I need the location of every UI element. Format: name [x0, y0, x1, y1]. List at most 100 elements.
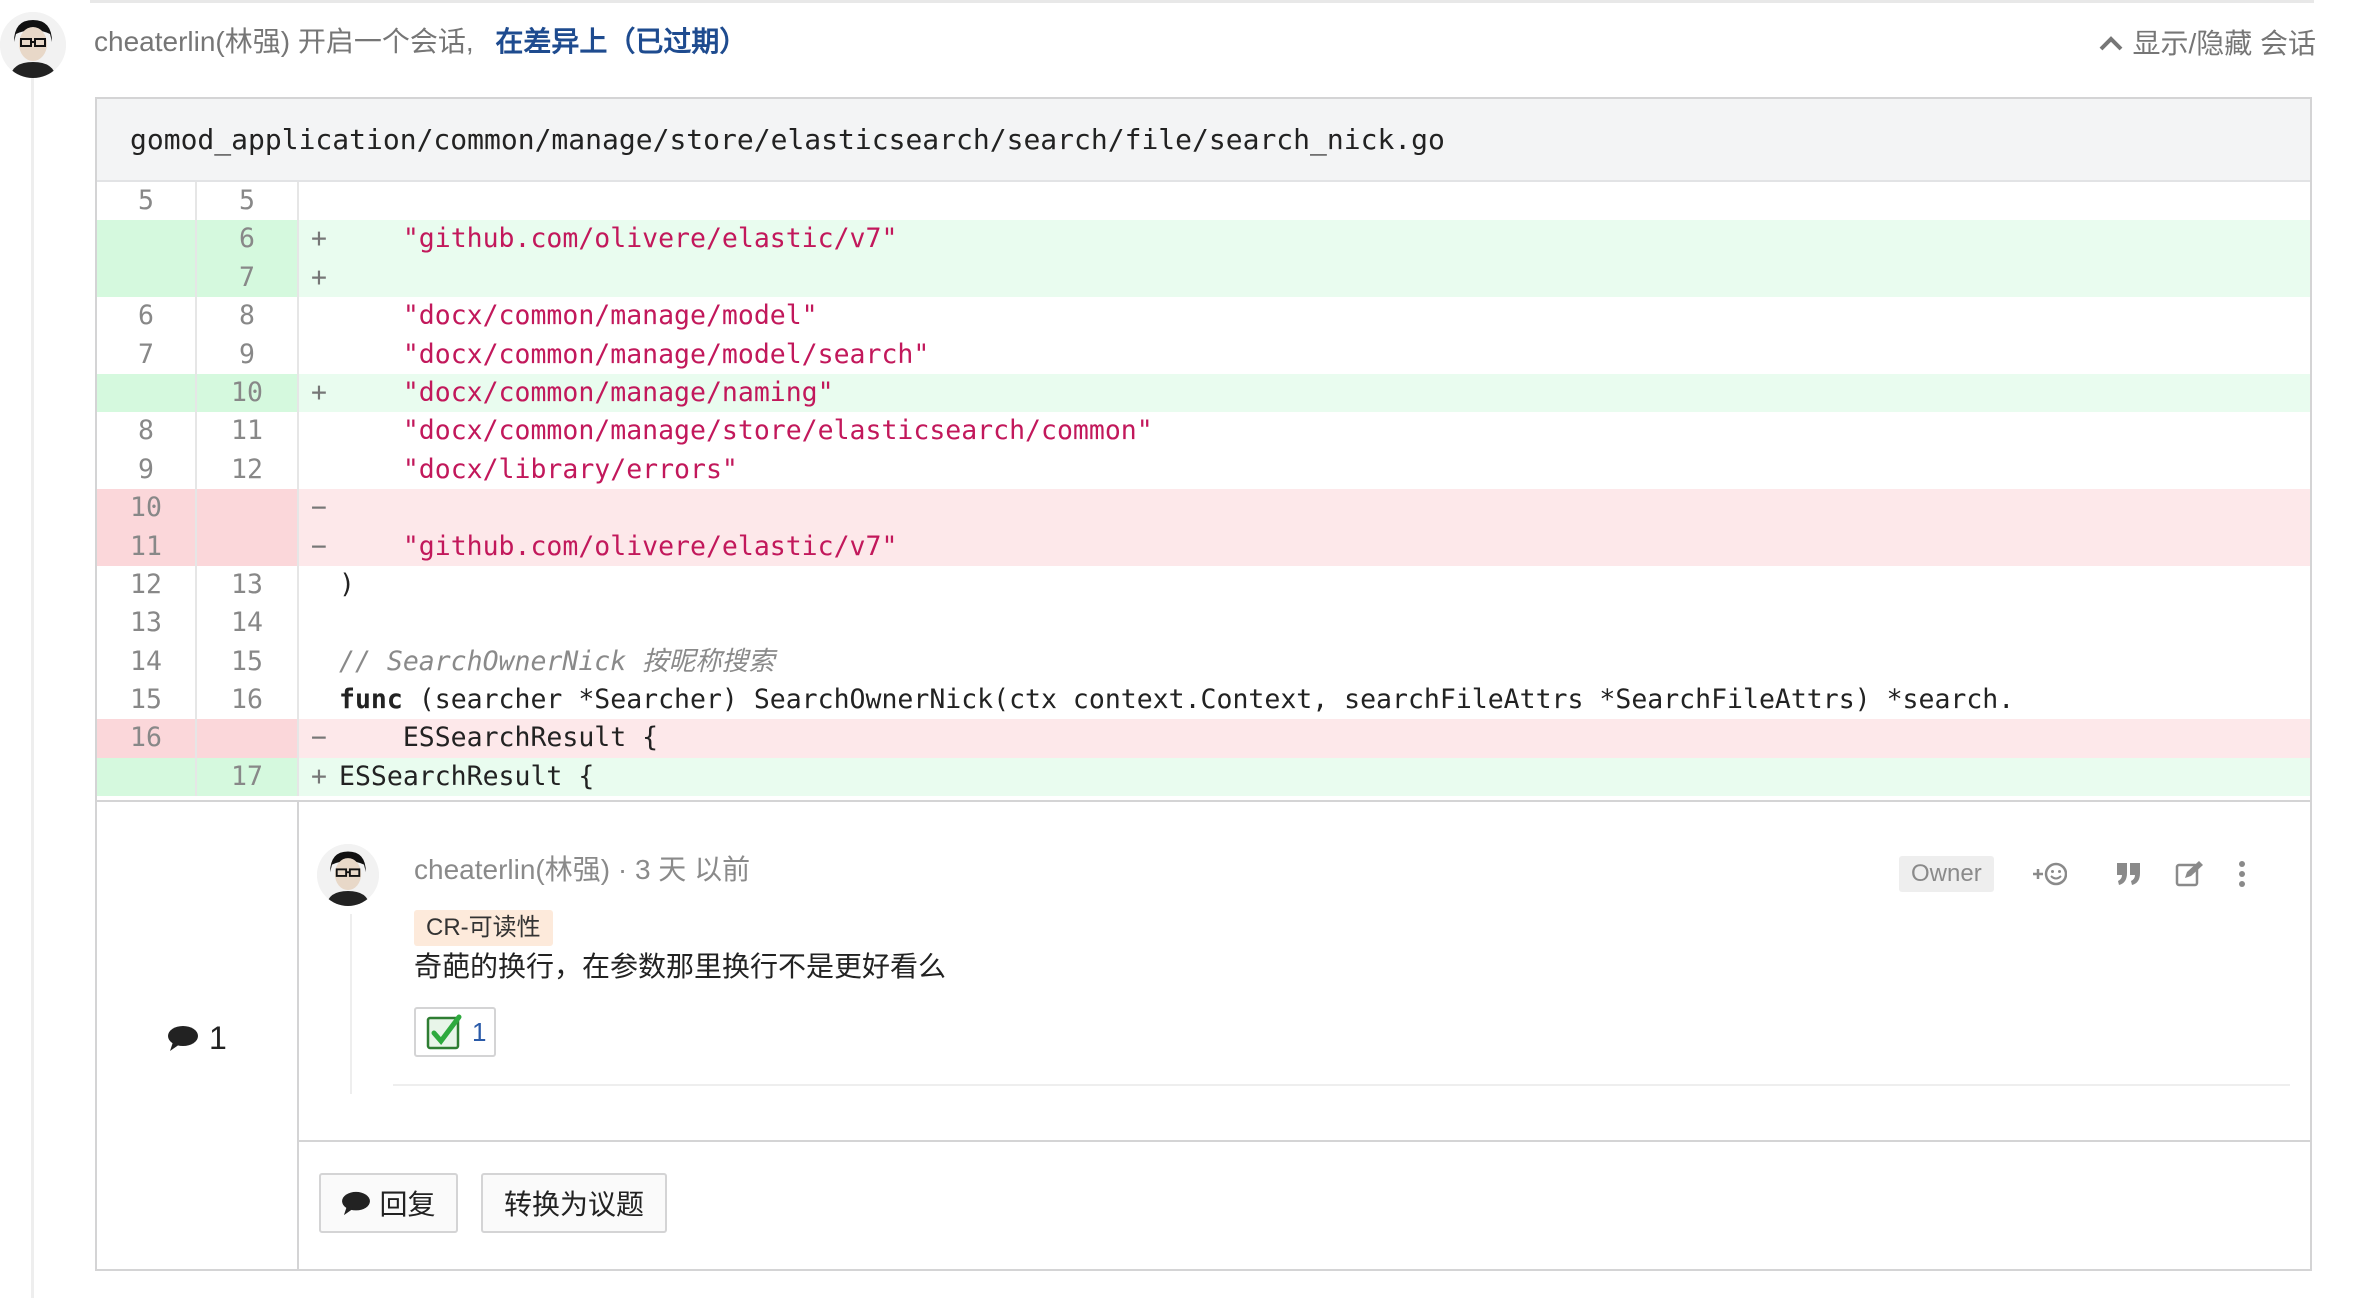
reaction-count: 1 [472, 1016, 487, 1047]
diff-context-link[interactable]: 在差异上（已过期） [495, 26, 747, 57]
new-line-number[interactable]: 13 [197, 565, 299, 605]
comment-gutter: 1 [97, 802, 299, 1269]
comment-thread-line [350, 914, 352, 1094]
new-line-number[interactable]: 15 [197, 642, 299, 682]
old-line-number[interactable] [97, 757, 197, 797]
comment-section: 1 cheaterlin(林强) · 3 天 以前 Owner CR-可读性 奇… [97, 800, 2310, 1269]
code-content: ESSearchResult { [339, 760, 595, 792]
diff-line: 13 14 [97, 604, 2310, 643]
code-comment: // SearchOwnerNick 按昵称搜索 [339, 645, 775, 677]
header-author[interactable]: cheaterlin(林强) [94, 26, 290, 57]
new-line-number[interactable]: 10 [197, 373, 299, 413]
new-line-number[interactable]: 16 [197, 681, 299, 720]
diff-sign [299, 681, 339, 719]
comment-time[interactable]: 3 天 以前 [635, 854, 750, 885]
convert-to-issue-button[interactable]: 转换为议题 [481, 1173, 667, 1233]
comment-author[interactable]: cheaterlin(林强) [414, 854, 610, 885]
string-literal: "docx/common/manage/model/search" [402, 338, 930, 370]
diff-sign: − [311, 722, 327, 754]
old-line-number[interactable]: 12 [97, 565, 197, 605]
diff-sign: + [311, 223, 327, 255]
diff-line: 10 − [97, 489, 2310, 528]
old-line-number[interactable]: 10 [97, 489, 197, 528]
code-content: "docx/common/manage/store/elasticsearch/… [339, 412, 2310, 450]
reply-button-label: 回复 [379, 1189, 436, 1220]
old-line-number[interactable]: 16 [97, 719, 197, 758]
quote-reply-button[interactable] [2115, 854, 2143, 894]
comment-count-value: 1 [209, 1020, 227, 1056]
old-line-number[interactable]: 6 [97, 297, 197, 336]
old-line-number[interactable]: 8 [97, 412, 197, 451]
old-line-number[interactable]: 7 [97, 335, 197, 374]
diff-line: 6 + "github.com/olivere/elastic/v7" [97, 220, 2310, 259]
old-line-number[interactable] [97, 220, 197, 259]
reply-button[interactable]: 回复 [319, 1173, 458, 1233]
comment-meta: cheaterlin(林强) · 3 天 以前 [414, 852, 750, 888]
diff-line: 68 "docx/common/manage/model" [97, 297, 2310, 336]
diff-line: 9 12 "docx/library/errors" [97, 450, 2310, 490]
diff-line: 17 + ESSearchResult { [97, 757, 2310, 797]
comment-bubble-icon [342, 1191, 371, 1216]
more-vertical-icon [2239, 861, 2245, 887]
reaction-check-button[interactable]: 1 [414, 1007, 496, 1057]
new-line-number[interactable]: 14 [197, 604, 299, 643]
code-content: ) [339, 568, 355, 600]
new-line-number[interactable] [197, 719, 299, 758]
old-line-number[interactable]: 15 [97, 681, 197, 720]
code-content [339, 182, 2310, 220]
new-line-number[interactable]: 11 [197, 412, 299, 451]
file-path: gomod_application/common/manage/store/el… [97, 99, 2310, 182]
commenter-avatar[interactable] [317, 844, 379, 906]
diff-line: 55 [97, 182, 2310, 221]
old-line-number[interactable]: 13 [97, 604, 197, 643]
diff-table: 5 5 6 + "github.com/olivere/elastic/v7" 7 +6 8… [97, 182, 2310, 797]
top-divider [90, 0, 2314, 3]
new-line-number[interactable] [197, 527, 299, 566]
new-line-number[interactable]: 12 [197, 450, 299, 490]
old-line-number[interactable]: 9 [97, 450, 197, 490]
diff-line: 7 + [97, 258, 2310, 298]
diff-sign [299, 412, 339, 450]
code-content: "github.com/olivere/elastic/v7" [339, 528, 2310, 566]
add-reaction-icon [2033, 862, 2067, 886]
diff-sign [299, 297, 339, 335]
old-line-number[interactable]: 11 [97, 527, 197, 566]
edit-comment-button[interactable] [2175, 854, 2205, 894]
string-literal: "docx/common/manage/model" [402, 300, 818, 332]
comment-card: cheaterlin(林强) · 3 天 以前 Owner CR-可读性 奇葩的… [299, 802, 2310, 1142]
comment-label-tag[interactable]: CR-可读性 [414, 910, 553, 946]
diff-sign [299, 336, 339, 374]
code-content: // SearchOwnerNick 按昵称搜索 [339, 643, 2310, 681]
old-line-number[interactable]: 14 [97, 642, 197, 682]
code-content: func (searcher *Searcher) SearchOwnerNic… [339, 684, 2015, 716]
old-line-number[interactable]: 5 [97, 182, 197, 221]
old-line-number[interactable] [97, 373, 197, 413]
diff-sign [299, 182, 339, 220]
chevron-up-icon [2100, 36, 2123, 51]
new-line-number[interactable]: 7 [197, 258, 299, 298]
more-options-button[interactable] [2237, 854, 2247, 894]
new-line-number[interactable]: 6 [197, 220, 299, 259]
comment-bubble-icon [168, 1026, 198, 1051]
string-literal: "github.com/olivere/elastic/v7" [402, 223, 898, 255]
diff-sign: + [311, 261, 327, 293]
add-reaction-button[interactable] [2031, 854, 2067, 894]
comment-count: 1 [167, 1018, 227, 1058]
new-line-number[interactable]: 9 [197, 335, 299, 374]
check-mark-icon [426, 1014, 462, 1050]
author-avatar[interactable] [0, 12, 66, 78]
new-line-number[interactable]: 5 [197, 182, 299, 221]
new-line-number[interactable]: 17 [197, 757, 299, 797]
string-literal: "docx/common/manage/store/elasticsearch/… [402, 415, 1153, 447]
new-line-number[interactable]: 8 [197, 297, 299, 336]
meta-separator: · [617, 854, 628, 885]
diff-sign: + [311, 760, 327, 792]
code-content [339, 489, 2310, 527]
toggle-conversation-button[interactable]: 显示/隐藏 会话 [2096, 26, 2316, 62]
old-line-number[interactable] [97, 258, 197, 298]
edit-icon [2175, 861, 2203, 887]
new-line-number[interactable] [197, 489, 299, 528]
diff-sign [299, 566, 339, 604]
code-content [339, 604, 2310, 642]
diff-sign: + [311, 376, 327, 408]
